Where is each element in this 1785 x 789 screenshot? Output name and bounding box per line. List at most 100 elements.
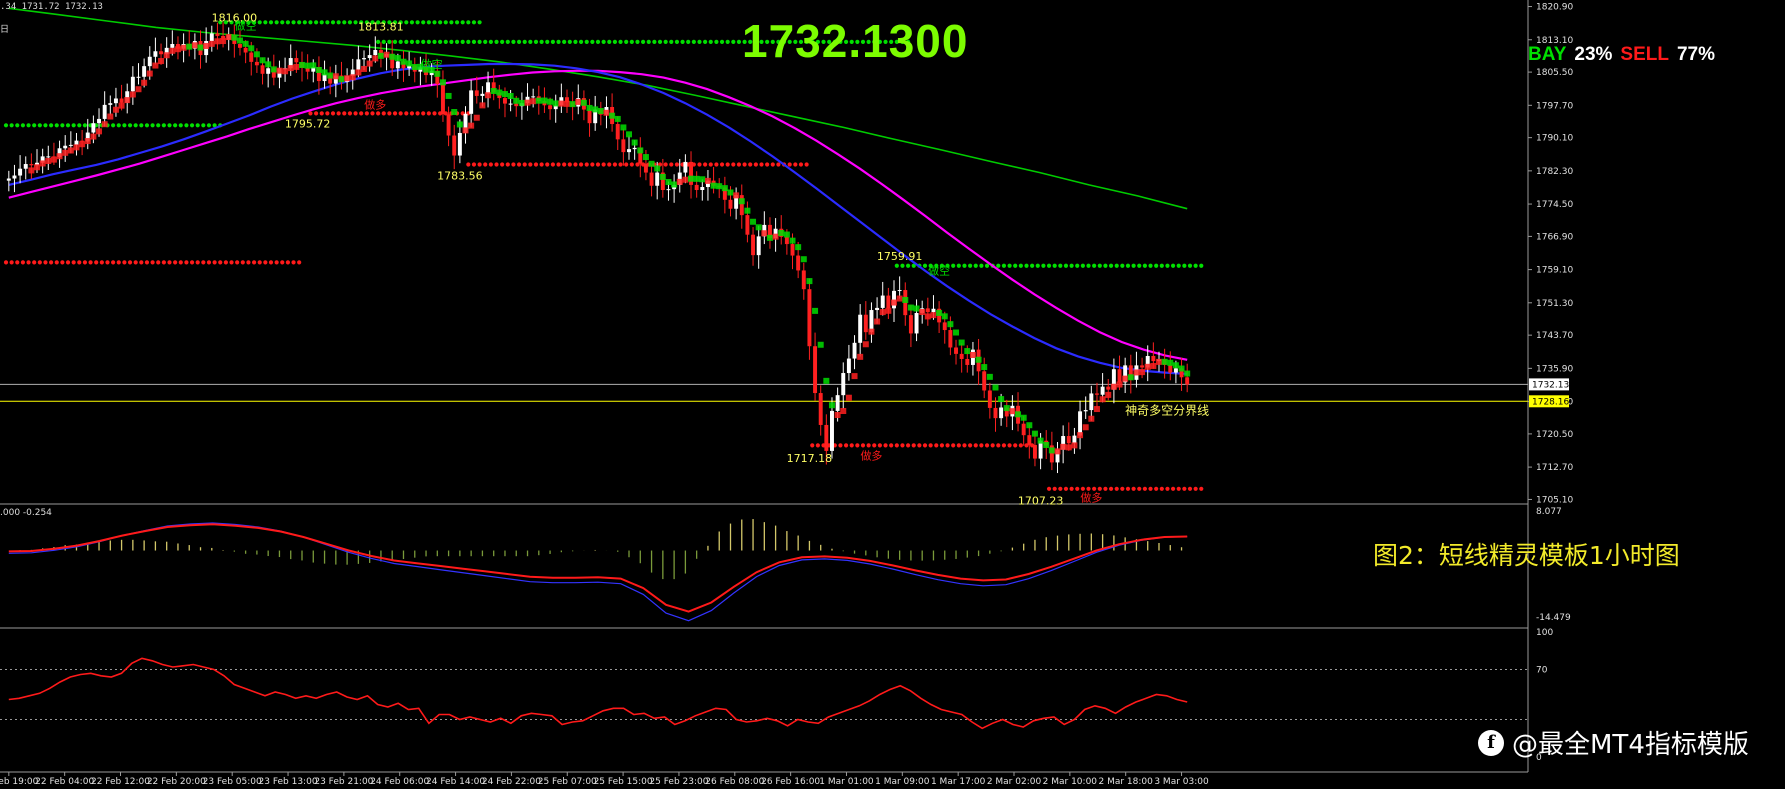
dot-line-point (415, 111, 420, 116)
watermark: f @最全MT4指标模版 (1478, 724, 1749, 761)
dot-line-point (347, 111, 353, 116)
trend-block (174, 46, 181, 53)
dot-line-point (49, 260, 54, 265)
dot-line-point (189, 260, 195, 265)
price-tick-label: 1790.10 (1536, 134, 1573, 144)
dot-line-point (127, 260, 133, 265)
trend-block (1155, 358, 1162, 365)
dot-line-point (1108, 486, 1114, 491)
dot-line-point (404, 111, 409, 116)
macd-bottom-label: -14.479 (1536, 613, 1571, 623)
candle-body (1021, 423, 1026, 436)
dot-line-point (1114, 263, 1119, 268)
trend-block (349, 74, 356, 81)
dot-line-point (488, 39, 493, 44)
trend-block (1139, 369, 1146, 376)
dot-line-point (562, 162, 567, 167)
trend-block (270, 66, 277, 73)
price-tick-label: 1774.50 (1536, 200, 1573, 210)
candle-body (835, 395, 840, 411)
candle-body (153, 51, 158, 57)
dot-line-point (1182, 486, 1187, 491)
dot-line-point (9, 260, 14, 265)
candle-body (728, 199, 733, 209)
dot-line-point (381, 111, 386, 116)
dot-line-point (477, 39, 482, 44)
dot-line-point (229, 260, 234, 265)
trend-block (327, 72, 334, 79)
trend-block (1099, 396, 1106, 403)
trend-block (761, 230, 768, 237)
dot-line-point (195, 260, 200, 265)
trend-block (220, 38, 227, 45)
dot-line-point (556, 162, 561, 167)
dot-line-point (1097, 263, 1102, 268)
dot-line-point (3, 123, 9, 128)
trend-block (1003, 405, 1010, 412)
trend-block (1127, 374, 1134, 381)
candle-body (813, 346, 818, 394)
candle-body (170, 44, 175, 48)
candle-body (249, 52, 254, 62)
candle-body (502, 98, 507, 104)
dot-line-point (156, 123, 161, 128)
dot-line-point (810, 443, 815, 448)
trend-block (733, 192, 740, 199)
signal-tag: 做空 (421, 57, 443, 71)
oscillator-line (8, 657, 1188, 730)
trend-block (304, 62, 311, 69)
dot-line-point (714, 162, 719, 167)
trend-block (941, 313, 948, 320)
dot-line-point (1120, 263, 1125, 268)
dot-line-point (257, 20, 262, 25)
dot-line-point (1007, 443, 1012, 448)
candle-body (959, 353, 964, 359)
candle-body (925, 308, 930, 313)
dot-line-point (274, 20, 279, 25)
dot-line-point (1142, 486, 1147, 491)
dot-line-point (646, 39, 651, 44)
dot-line-point (460, 39, 465, 44)
dot-line-point (156, 260, 161, 265)
candle-body (480, 93, 485, 96)
trend-block (693, 175, 700, 182)
dot-line-point (663, 162, 668, 167)
dot-line-point (438, 39, 443, 44)
trend-block (191, 42, 198, 49)
trend-block (315, 66, 322, 73)
dot-line-point (82, 260, 88, 265)
trend-block (253, 51, 260, 58)
dot-line-point (1075, 486, 1080, 491)
trend-block (547, 98, 554, 105)
trend-block (276, 67, 283, 74)
trend-block (445, 92, 452, 99)
dot-line-point (432, 20, 437, 25)
dot-line-point (201, 123, 206, 128)
dot-line-point (838, 443, 843, 448)
dot-line-point (742, 162, 747, 167)
dot-line-point (54, 123, 59, 128)
dot-line-point (516, 39, 522, 44)
candle-body (942, 322, 947, 331)
candle-body (908, 315, 913, 334)
trend-block (1060, 443, 1067, 450)
trend-block (389, 53, 396, 60)
candle-body (655, 172, 660, 186)
dot-line-point (139, 123, 144, 128)
dot-line-point (313, 20, 319, 25)
buy-sell-ratio: BAY 23% SELL 77% (1528, 44, 1715, 66)
trend-block (287, 65, 294, 72)
dot-line-point (883, 443, 888, 448)
candle-body (1140, 365, 1145, 368)
dot-line-point (43, 123, 48, 128)
trend-block (648, 160, 655, 167)
watermark-text: @最全MT4指标模版 (1512, 730, 1749, 760)
dot-line-point (1063, 263, 1069, 268)
trend-block (501, 91, 508, 98)
dot-line-point (65, 260, 71, 265)
candle-body (948, 330, 953, 348)
trend-block (1037, 437, 1044, 444)
trend-block (96, 128, 103, 135)
time-label: 23 Feb 21:00 (314, 777, 373, 787)
dot-line-point (511, 39, 516, 44)
